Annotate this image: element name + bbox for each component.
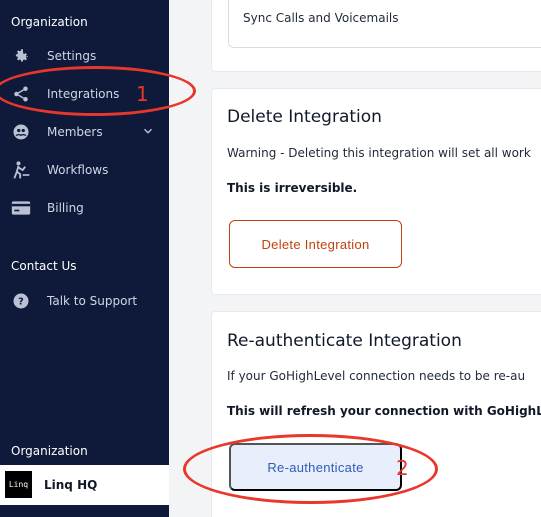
sidebar-item-support[interactable]: ? Talk to Support xyxy=(0,286,169,316)
card-icon xyxy=(11,199,31,217)
org-name: Linq HQ xyxy=(44,478,98,492)
sidebar-item-label: Settings xyxy=(47,49,97,63)
section-heading-contact: Contact Us xyxy=(11,259,77,273)
delete-warning-text: Warning - Deleting this integration will… xyxy=(227,146,531,160)
sidebar-item-billing[interactable]: Billing xyxy=(0,193,169,223)
chevron-down-icon[interactable] xyxy=(141,124,155,141)
sidebar-item-label: Workflows xyxy=(47,163,109,177)
sidebar-item-members[interactable]: Members xyxy=(0,117,169,147)
sync-option-label: Sync Calls and Voicemails xyxy=(243,11,399,25)
members-icon xyxy=(11,123,31,141)
help-icon: ? xyxy=(11,292,31,310)
irreversible-text: This is irreversible. xyxy=(227,181,358,195)
reauth-refresh-text: This will refresh your connection with G… xyxy=(227,404,541,418)
delete-section-title: Delete Integration xyxy=(227,107,382,127)
gear-icon xyxy=(11,47,31,65)
sidebar-item-workflows[interactable]: Workflows xyxy=(0,155,169,185)
svg-text:?: ? xyxy=(18,296,24,307)
reauth-description-text: If your GoHighLevel connection needs to … xyxy=(227,369,526,383)
org-switcher[interactable]: Linq Linq HQ xyxy=(0,465,169,505)
annotation-number-1: 1 xyxy=(136,82,149,106)
sidebar-item-label: Members xyxy=(47,125,103,139)
section-heading-organization: Organization xyxy=(11,15,88,29)
workflow-icon xyxy=(11,161,31,179)
sync-option-box[interactable]: Sync Calls and Voicemails xyxy=(228,0,541,48)
org-logo: Linq xyxy=(5,471,32,498)
reauth-section-title: Re-authenticate Integration xyxy=(227,331,462,351)
delete-integration-button[interactable]: Delete Integration xyxy=(229,220,402,268)
sidebar-item-label: Talk to Support xyxy=(47,294,138,308)
annotation-ellipse-1 xyxy=(0,66,196,116)
sidebar-item-label: Billing xyxy=(47,201,84,215)
section-heading-organization-bottom: Organization xyxy=(11,444,88,458)
annotation-number-2: 2 xyxy=(396,456,409,480)
